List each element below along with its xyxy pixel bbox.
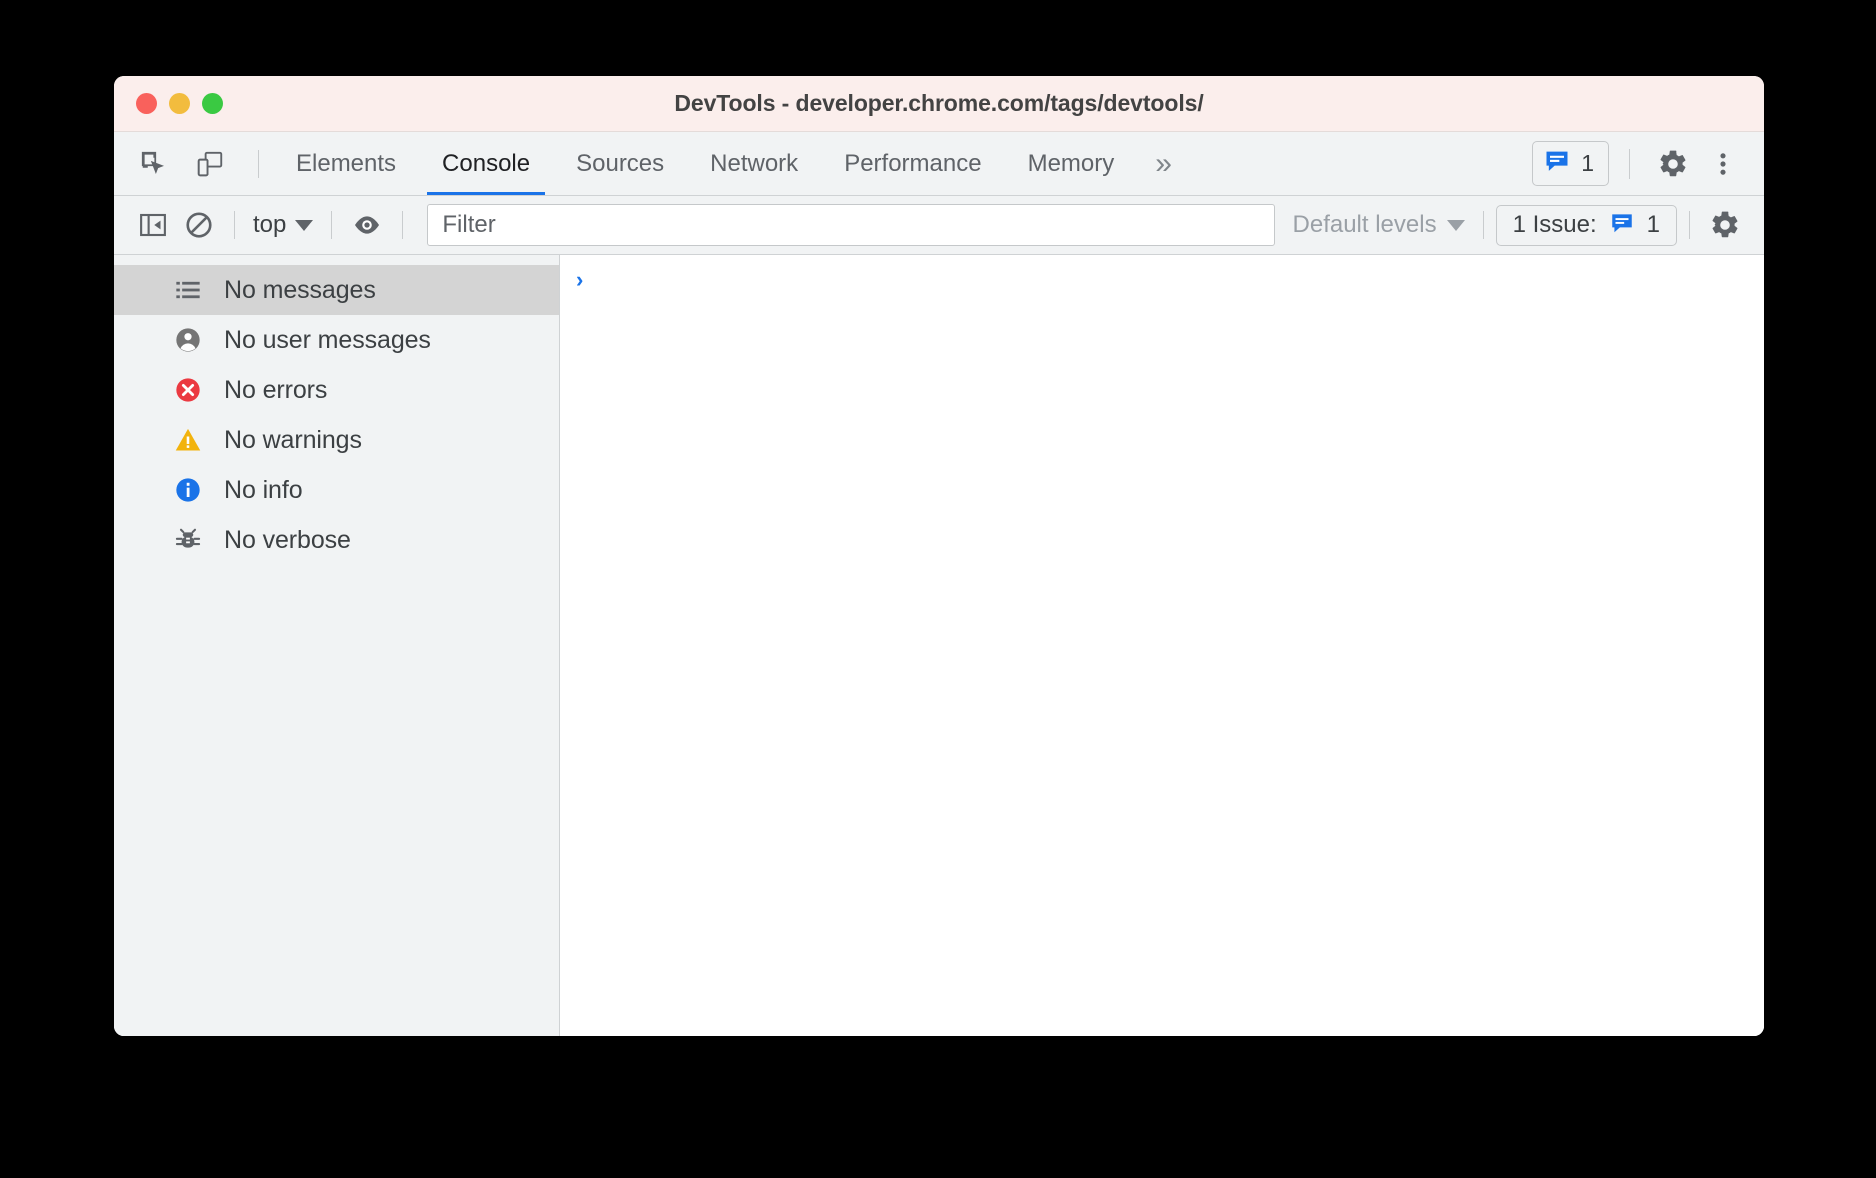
issues-message-icon (1609, 210, 1635, 241)
issues-counter-count: 1 (1647, 211, 1660, 239)
sidebar-item-info[interactable]: No info (114, 465, 559, 515)
panel-tabs: Elements Console Sources Network Perform… (273, 132, 1190, 195)
tab-memory-label: Memory (1028, 150, 1115, 178)
issues-counter-button[interactable]: 1 Issue: 1 (1496, 205, 1677, 246)
device-toolbar-icon[interactable] (188, 142, 232, 186)
console-prompt-row[interactable]: › (560, 263, 1764, 297)
execution-context-value: top (253, 211, 286, 239)
gear-icon[interactable] (1702, 202, 1748, 248)
console-toolbar-divider-3 (402, 211, 403, 239)
gear-icon[interactable] (1650, 141, 1696, 187)
kebab-menu-icon[interactable] (1700, 141, 1746, 187)
issues-message-icon (1543, 147, 1571, 180)
tabbar-divider (258, 150, 259, 178)
issues-counter-label: 1 Issue: (1513, 211, 1597, 239)
console-toolbar-divider-5 (1689, 211, 1690, 239)
chevron-down-icon (1447, 220, 1465, 231)
warning-icon (172, 424, 204, 456)
info-icon (172, 474, 204, 506)
tab-memory[interactable]: Memory (1005, 132, 1138, 195)
console-body: No messages No user messages (114, 255, 1764, 1036)
console-toolbar-divider-4 (1483, 211, 1484, 239)
tab-sources[interactable]: Sources (553, 132, 687, 195)
tab-elements[interactable]: Elements (273, 132, 419, 195)
error-icon (172, 374, 204, 406)
sidebar-item-warnings[interactable]: No warnings (114, 415, 559, 465)
execution-context-selector[interactable]: top (247, 211, 319, 239)
tabbar-left-icons (114, 142, 273, 186)
devtools-tabbar: Elements Console Sources Network Perform… (114, 132, 1764, 196)
log-levels-value: Default levels (1293, 211, 1437, 239)
zoom-window-button[interactable] (202, 93, 223, 114)
console-toolbar-divider-1 (234, 211, 235, 239)
screenshot-root: DevTools - developer.chrome.com/tags/dev… (0, 0, 1876, 1178)
tab-performance[interactable]: Performance (821, 132, 1004, 195)
console-toolbar-divider-2 (331, 211, 332, 239)
tab-sources-label: Sources (576, 150, 664, 178)
sidebar-item-user-messages[interactable]: No user messages (114, 315, 559, 365)
minimize-window-button[interactable] (169, 93, 190, 114)
person-icon (172, 324, 204, 356)
traffic-lights (136, 76, 223, 131)
window-titlebar: DevTools - developer.chrome.com/tags/dev… (114, 76, 1764, 132)
tab-network-label: Network (710, 150, 798, 178)
tab-network[interactable]: Network (687, 132, 821, 195)
clear-console-icon[interactable] (176, 202, 222, 248)
devtools-window: DevTools - developer.chrome.com/tags/dev… (114, 76, 1764, 1036)
tabbar-right-divider (1629, 149, 1630, 179)
eye-icon[interactable] (344, 202, 390, 248)
log-levels-selector[interactable]: Default levels (1287, 211, 1471, 239)
sidebar-item-messages[interactable]: No messages (114, 265, 559, 315)
console-toolbar: top Default levels 1 Issue: (114, 196, 1764, 255)
tab-elements-label: Elements (296, 150, 396, 178)
show-console-sidebar-icon[interactable] (130, 202, 176, 248)
tab-performance-label: Performance (844, 150, 981, 178)
tab-console[interactable]: Console (419, 132, 553, 195)
sidebar-item-verbose-label: No verbose (224, 526, 351, 555)
sidebar-item-messages-label: No messages (224, 276, 376, 305)
sidebar-item-user-messages-label: No user messages (224, 326, 431, 355)
filter-input[interactable] (427, 204, 1274, 246)
tab-console-label: Console (442, 150, 530, 178)
console-sidebar: No messages No user messages (114, 255, 560, 1036)
issues-badge-count: 1 (1581, 150, 1594, 177)
chevron-down-icon (295, 220, 313, 231)
window-title: DevTools - developer.chrome.com/tags/dev… (114, 90, 1764, 117)
console-message-area[interactable]: › (560, 255, 1764, 1036)
sidebar-item-verbose[interactable]: No verbose (114, 515, 559, 565)
sidebar-item-errors[interactable]: No errors (114, 365, 559, 415)
issues-badge-button[interactable]: 1 (1532, 141, 1609, 186)
bug-icon (172, 524, 204, 556)
close-window-button[interactable] (136, 93, 157, 114)
tabbar-right-controls: 1 (1532, 141, 1764, 187)
more-tabs-icon[interactable]: » (1137, 132, 1190, 195)
sidebar-item-info-label: No info (224, 476, 303, 505)
list-icon (172, 274, 204, 306)
inspect-element-icon[interactable] (132, 142, 176, 186)
sidebar-item-warnings-label: No warnings (224, 426, 362, 455)
sidebar-item-errors-label: No errors (224, 376, 327, 405)
prompt-arrow-icon: › (576, 263, 583, 297)
